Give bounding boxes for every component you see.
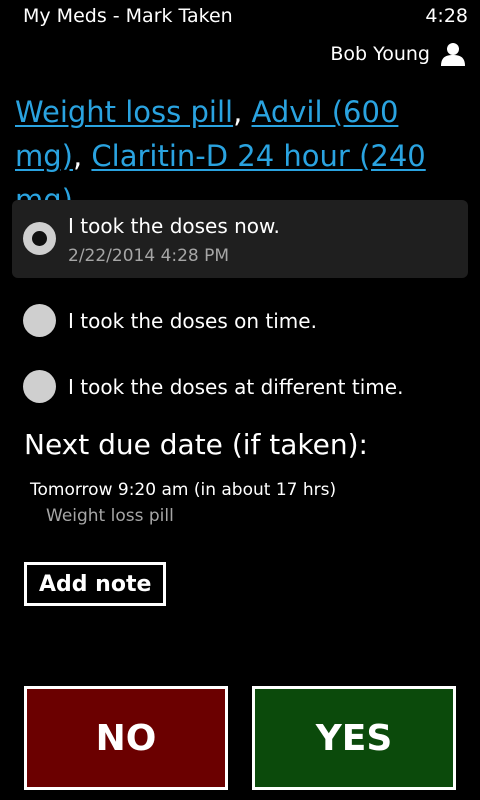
clock: 4:28 <box>425 5 468 27</box>
option-timestamp: 2/22/2014 4:28 PM <box>68 246 230 266</box>
medication-separator: , <box>72 139 83 173</box>
option-label: I took the doses on time. <box>68 309 317 333</box>
yes-button[interactable]: YES <box>252 686 456 790</box>
option-took-on-time[interactable]: I took the doses on time. <box>12 298 468 346</box>
user-name: Bob Young <box>330 43 430 65</box>
add-note-button[interactable]: Add note <box>24 562 167 606</box>
next-due-time: Tomorrow 9:20 am (in about 17 hrs) <box>30 480 337 500</box>
option-label: I took the doses now. <box>68 214 280 238</box>
option-label: I took the doses at different time. <box>68 375 404 399</box>
medication-link-weight-loss-pill[interactable]: Weight loss pill <box>15 95 233 129</box>
option-took-now[interactable]: I took the doses now. 2/22/2014 4:28 PM <box>12 200 468 278</box>
radio-button[interactable] <box>23 370 56 403</box>
radio-button-selected[interactable] <box>23 222 56 255</box>
medication-separator: , <box>233 95 243 129</box>
radio-button[interactable] <box>23 304 56 337</box>
next-due-heading: Next due date (if taken): <box>24 428 368 461</box>
user-profile[interactable]: Bob Young <box>330 42 466 66</box>
next-due-medication: Weight loss pill <box>46 506 174 526</box>
person-icon <box>441 43 465 66</box>
option-took-different-time[interactable]: I took the doses at different time. <box>12 364 468 412</box>
no-button[interactable]: NO <box>24 686 228 790</box>
status-bar: My Meds - Mark Taken 4:28 <box>0 0 480 34</box>
app-title: My Meds - Mark Taken <box>23 5 233 27</box>
